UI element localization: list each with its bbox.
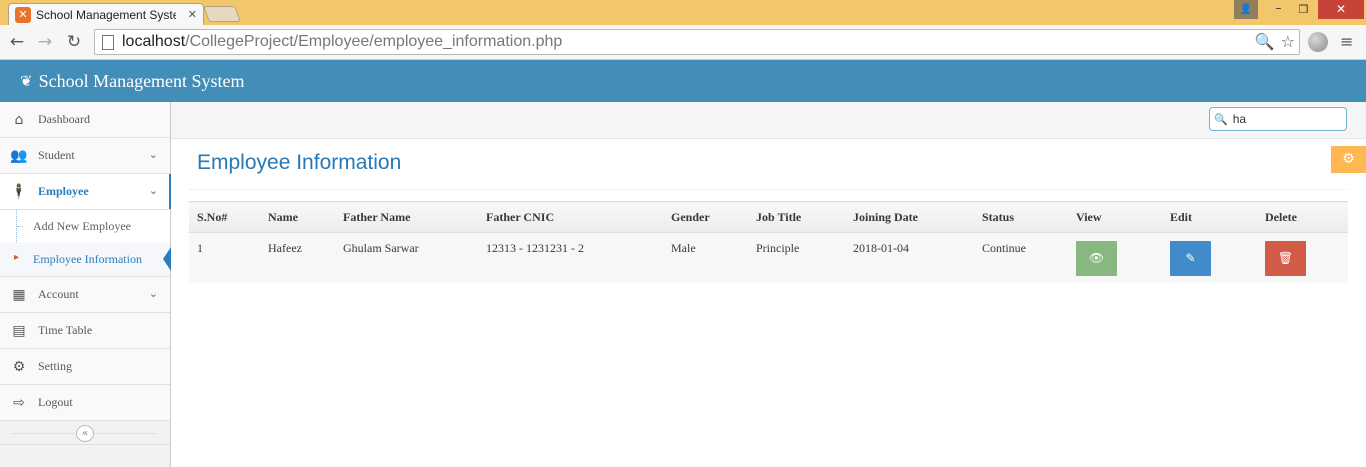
column-header: Joining Date [845, 201, 974, 233]
cell-sno: 1 [189, 232, 260, 283]
home-icon: ⌂ [14, 111, 24, 128]
sidebar-item-label: Setting [38, 359, 73, 373]
cell-father-name: Ghulam Sarwar [335, 232, 478, 283]
logout-icon: ⇨ [13, 394, 25, 411]
new-tab-button[interactable] [203, 6, 241, 22]
sidebar-item-label: Logout [38, 395, 73, 409]
reload-icon[interactable]: ↻ [63, 31, 85, 53]
url-text[interactable]: localhost/CollegeProject/Employee/employ… [122, 33, 562, 51]
browser-menu-icon[interactable]: ≡ [1340, 32, 1353, 51]
cell-status: Continue [974, 232, 1068, 283]
cell-gender: Male [663, 232, 748, 283]
search-input[interactable] [1232, 112, 1338, 126]
submenu-item-add-new-employee[interactable]: Add New Employee [16, 210, 170, 243]
cell-name: Hafeez [260, 232, 335, 283]
column-header: Name [260, 201, 335, 233]
chevron-down-icon: ⌄ [148, 184, 158, 197]
address-bar[interactable]: localhost/CollegeProject/Employee/employ… [94, 29, 1300, 55]
view-button[interactable]: 👁 [1076, 241, 1117, 276]
tab-close-icon[interactable]: ✕ [188, 8, 197, 21]
sidebar-item-label: Employee [38, 184, 89, 198]
sidebar-item-label: Dashboard [38, 112, 90, 126]
ace-settings-gear-icon[interactable]: ⚙ [1331, 146, 1366, 173]
brand-title[interactable]: School Management System [39, 71, 245, 92]
calendar-icon: ▤ [12, 322, 26, 339]
breadcrumb-bar: 🔍 [171, 102, 1366, 139]
back-arrow-icon[interactable]: ← [6, 31, 28, 53]
eye-icon: 👁 [1088, 251, 1105, 265]
sidebar-item-time-table[interactable]: ▤ Time Table [0, 313, 170, 349]
tab-title: School Management System [36, 7, 176, 22]
sidebar-item-account[interactable]: ▦ Account ⌄ [0, 277, 170, 313]
employee-icon: 🕴 [10, 183, 28, 200]
column-header: S.No# [189, 201, 260, 233]
cell-father-cnic: 12313 - 1231231 - 2 [478, 232, 663, 283]
extension-icon[interactable] [1308, 32, 1328, 52]
divider [189, 189, 1348, 190]
delete-button[interactable]: 🗑 [1265, 241, 1306, 276]
zoom-icon[interactable]: 🔍 [1255, 32, 1275, 51]
sidebar: ⌂ Dashboard 👥 Student ⌄ 🕴 Employee ⌄ Add… [0, 102, 171, 467]
browser-tab[interactable]: ✕ School Management System ✕ [8, 3, 204, 25]
cell-joining-date: 2018-01-04 [845, 232, 974, 283]
sidebar-item-employee[interactable]: 🕴 Employee ⌄ [0, 174, 171, 210]
maximize-button[interactable]: ❐ [1291, 0, 1316, 19]
column-header: Edit [1162, 201, 1257, 233]
sidebar-item-dashboard[interactable]: ⌂ Dashboard [0, 102, 170, 138]
column-header: Delete [1257, 201, 1348, 233]
edit-icon: ✎ [1185, 251, 1196, 265]
sidebar-item-setting[interactable]: ⚙ Setting [0, 349, 170, 385]
leaf-icon: ❦ [20, 72, 33, 90]
sidebar-item-label: Student [38, 148, 75, 162]
cell-job-title: Principle [748, 232, 845, 283]
column-header: Status [974, 201, 1068, 233]
chevron-down-icon: ⌄ [148, 287, 158, 300]
column-header: Gender [663, 201, 748, 233]
nav-search[interactable]: 🔍 [1209, 107, 1347, 131]
app-navbar: ❦ School Management System [0, 60, 1366, 102]
employee-table: S.No# Name Father Name Father CNIC Gende… [189, 201, 1348, 283]
sidebar-item-student[interactable]: 👥 Student ⌄ [0, 138, 170, 174]
calculator-icon: ▦ [12, 286, 26, 303]
xampp-favicon-icon: ✕ [15, 6, 31, 23]
sidebar-item-label: Account [38, 287, 79, 301]
search-icon: 🔍 [1214, 112, 1228, 126]
page-title: Employee Information [197, 151, 402, 174]
table-header-row: S.No# Name Father Name Father CNIC Gende… [189, 201, 1348, 233]
column-header: Father Name [335, 201, 478, 233]
page-icon [102, 34, 114, 50]
sidebar-collapse-row: « [0, 421, 170, 445]
browser-toolbar: ← → ↻ localhost/CollegeProject/Employee/… [0, 25, 1366, 60]
user-profile-icon[interactable]: 👤 [1234, 0, 1258, 19]
column-header: View [1068, 201, 1162, 233]
sidebar-item-label: Time Table [38, 323, 93, 337]
close-window-button[interactable]: ✕ [1318, 0, 1364, 19]
forward-arrow-icon[interactable]: → [34, 31, 56, 53]
double-chevron-left-icon[interactable]: « [76, 425, 94, 442]
cell-edit: ✎ [1162, 232, 1257, 283]
chevron-down-icon: ⌄ [148, 148, 158, 161]
gear-icon: ⚙ [12, 358, 26, 375]
cell-view: 👁 [1068, 232, 1162, 283]
column-header: Father CNIC [478, 201, 663, 233]
cell-delete: 🗑 [1257, 232, 1348, 283]
bookmark-star-icon[interactable]: ☆ [1281, 32, 1295, 51]
minimize-button[interactable]: – [1266, 0, 1291, 19]
browser-tab-bar: ✕ School Management System ✕ 👤 – ❐ ✕ [0, 0, 1366, 25]
sidebar-item-logout[interactable]: ⇨ Logout [0, 385, 170, 421]
edit-button[interactable]: ✎ [1170, 241, 1211, 276]
employee-submenu: Add New Employee Employee Information [0, 210, 171, 277]
table-row: 1 Hafeez Ghulam Sarwar 12313 - 1231231 -… [189, 232, 1348, 283]
submenu-item-employee-information[interactable]: Employee Information [0, 243, 171, 276]
users-icon: 👥 [10, 147, 28, 164]
column-header: Job Title [748, 201, 845, 233]
trash-icon: 🗑 [1277, 251, 1294, 265]
